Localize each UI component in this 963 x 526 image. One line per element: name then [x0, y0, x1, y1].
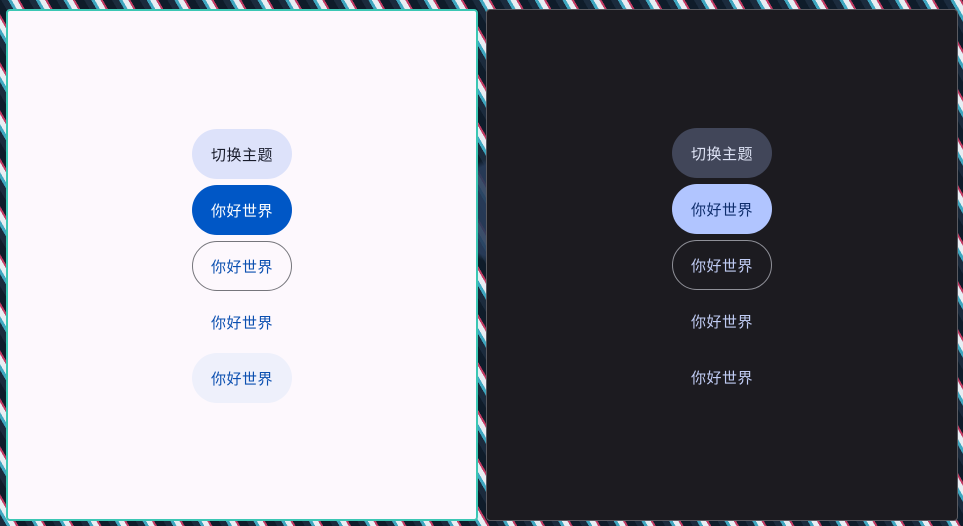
- filled-button[interactable]: 你好世界: [192, 185, 292, 235]
- elevated-button[interactable]: 你好世界: [672, 352, 772, 402]
- elevated-button[interactable]: 你好世界: [192, 353, 292, 403]
- toggle-theme-button[interactable]: 切换主题: [672, 128, 772, 178]
- filled-button[interactable]: 你好世界: [672, 184, 772, 234]
- dark-theme-window: 切换主题 你好世界 你好世界 你好世界 你好世界: [486, 9, 958, 521]
- outlined-button[interactable]: 你好世界: [192, 241, 292, 291]
- text-button[interactable]: 你好世界: [192, 297, 292, 347]
- toggle-theme-button[interactable]: 切换主题: [192, 129, 292, 179]
- text-button[interactable]: 你好世界: [672, 296, 772, 346]
- light-theme-window: 切换主题 你好世界 你好世界 你好世界 你好世界: [6, 9, 478, 521]
- outlined-button[interactable]: 你好世界: [672, 240, 772, 290]
